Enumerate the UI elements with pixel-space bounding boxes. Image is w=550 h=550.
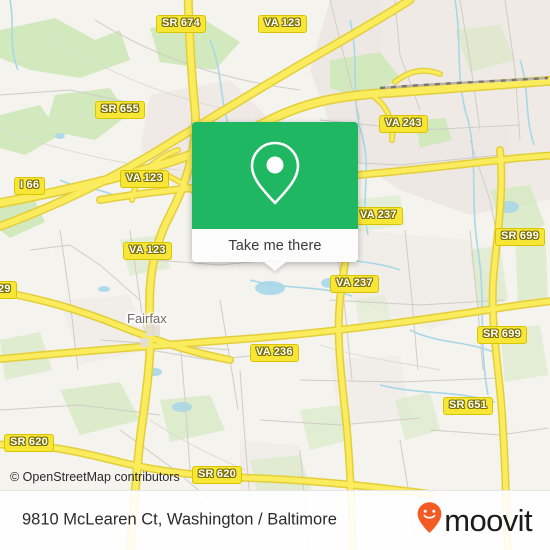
road-shield: SR 674 xyxy=(156,15,206,33)
road-shield: VA 237 xyxy=(330,275,379,293)
road-shield: SR 699 xyxy=(495,228,545,246)
popup-action-area[interactable]: Take me there xyxy=(192,229,358,271)
address-label: 9810 McLearen Ct, Washington / Baltimore xyxy=(22,510,337,529)
take-me-there-label: Take me there xyxy=(228,237,322,254)
road-shield: SR 699 xyxy=(477,326,527,344)
popup-icon-area xyxy=(192,122,358,229)
moovit-wordmark: moovit xyxy=(444,502,532,538)
place-label-fairfax: Fairfax xyxy=(127,311,167,326)
map-canvas[interactable]: SR 674 VA 123 SR 655 VA 243 I 66 VA 123 … xyxy=(0,0,550,550)
road-shield: SR 651 xyxy=(443,397,493,415)
map-pin-icon xyxy=(247,140,303,211)
road-shield: VA 243 xyxy=(379,115,428,133)
road-shield: I 66 xyxy=(14,177,46,195)
road-shield: SR 655 xyxy=(95,101,145,119)
road-shield: VA 123 xyxy=(120,170,169,188)
location-popup-card[interactable]: Take me there xyxy=(192,122,358,271)
footer-divider xyxy=(0,490,550,491)
road-shield: VA 123 xyxy=(123,242,172,260)
road-shield: VA 237 xyxy=(354,207,403,225)
popup-pointer-tail xyxy=(264,262,286,271)
map-vector-layer xyxy=(0,0,550,550)
road-shield: VA 236 xyxy=(250,344,299,362)
osm-attribution[interactable]: © OpenStreetMap contributors xyxy=(10,470,180,484)
moovit-brand[interactable]: moovit xyxy=(416,501,533,539)
footer-bar: 9810 McLearen Ct, Washington / Baltimore… xyxy=(0,490,550,550)
road-shield: 29 xyxy=(0,281,17,299)
road-shield: SR 620 xyxy=(4,434,54,452)
moovit-smiley-pin-icon xyxy=(416,501,443,539)
road-shield: VA 123 xyxy=(258,15,307,33)
map-screenshot: SR 674 VA 123 SR 655 VA 243 I 66 VA 123 … xyxy=(0,0,550,550)
road-shield: SR 620 xyxy=(192,466,242,484)
